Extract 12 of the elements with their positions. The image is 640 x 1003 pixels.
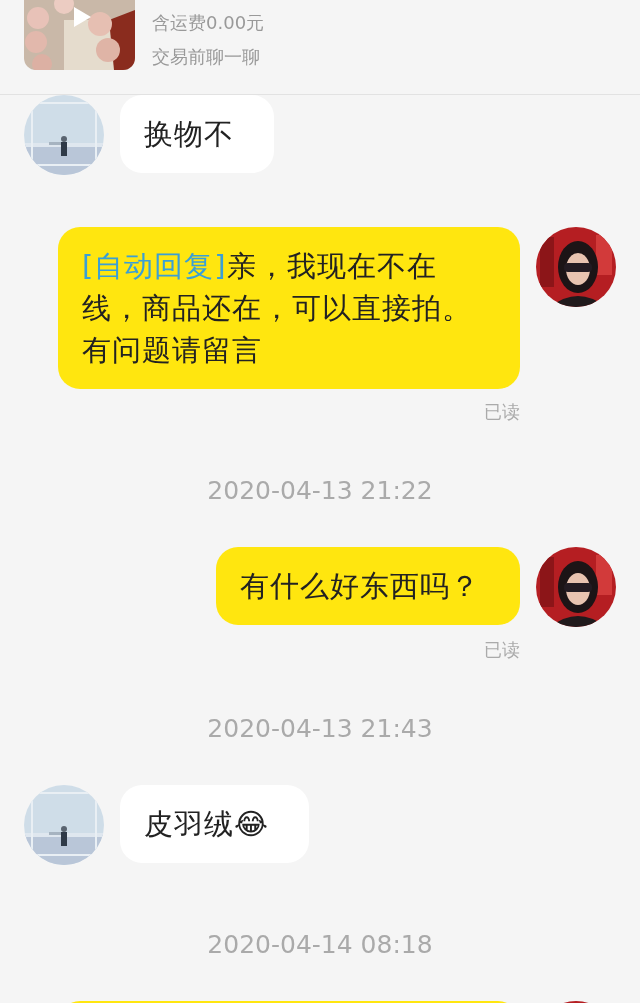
message-bubble: 换物不	[120, 95, 274, 173]
read-receipt: 已读	[484, 639, 520, 661]
timestamp: 2020-04-13 21:22	[207, 475, 433, 507]
message-bubble: 有什么好东西吗？	[216, 547, 520, 625]
read-receipt: 已读	[484, 401, 520, 423]
chat-hint: 交易前聊一聊	[152, 45, 261, 69]
message-bubble: 皮羽绒😂	[120, 785, 309, 863]
shipping-fee: 含运费0.00元	[152, 11, 265, 35]
timestamp: 2020-04-13 21:43	[207, 713, 433, 745]
play-icon[interactable]	[72, 6, 92, 28]
message-bubble: [自动回复]亲，我现在不在线，商品还在，可以直接拍。有问题请留言	[58, 227, 520, 389]
timestamp: 2020-04-14 08:18	[207, 929, 433, 961]
